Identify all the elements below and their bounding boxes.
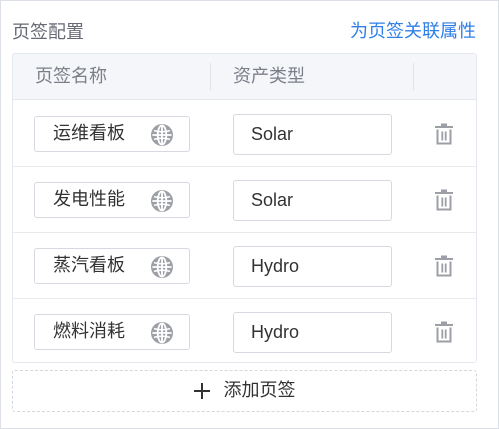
panel-header: 页签配置 为页签关联属性 [1, 1, 498, 47]
trash-icon[interactable] [434, 321, 454, 343]
tab-name-value: 运维看板 [53, 123, 125, 144]
tab-table: 页签名称 资产类型 运维看板 Solar 发电性能 Solar 蒸汽看板 Hyd… [12, 53, 477, 363]
tab-name-input[interactable]: 蒸汽看板 [34, 248, 190, 284]
tab-config-panel: 页签配置 为页签关联属性 页签名称 资产类型 运维看板 Solar 发电性能 S… [0, 0, 499, 429]
asset-type-value: Solar [251, 124, 294, 144]
trash-icon[interactable] [434, 255, 454, 277]
column-divider [413, 63, 414, 91]
tab-name-value: 发电性能 [53, 189, 125, 210]
table-header: 页签名称 资产类型 [13, 54, 476, 100]
asset-type-value: Hydro [251, 256, 300, 276]
tab-name-input[interactable]: 发电性能 [34, 182, 190, 218]
globe-icon[interactable] [150, 123, 174, 147]
table-row: 燃料消耗 Hydro [13, 299, 476, 362]
panel-title: 页签配置 [12, 22, 84, 43]
tab-name-value: 蒸汽看板 [53, 255, 125, 276]
table-row: 发电性能 Solar [13, 167, 476, 233]
column-header-tab-name: 页签名称 [35, 66, 107, 87]
tab-name-input[interactable]: 燃料消耗 [34, 314, 190, 350]
asset-type-select[interactable]: Hydro [233, 312, 392, 353]
link-tab-attributes[interactable]: 为页签关联属性 [350, 20, 476, 44]
column-header-asset-type: 资产类型 [233, 66, 305, 87]
asset-type-select[interactable]: Solar [233, 180, 392, 221]
globe-icon[interactable] [150, 255, 174, 279]
globe-icon[interactable] [150, 189, 174, 213]
column-divider [210, 63, 211, 91]
tab-name-value: 燃料消耗 [53, 321, 125, 342]
asset-type-value: Solar [251, 190, 294, 210]
add-tab-label: 添加页签 [223, 380, 296, 401]
trash-icon[interactable] [434, 123, 454, 145]
add-tab-button-content: 添加页签 [13, 371, 476, 411]
asset-type-select[interactable]: Hydro [233, 246, 392, 287]
table-row: 蒸汽看板 Hydro [13, 233, 476, 299]
table-row: 运维看板 Solar [13, 101, 476, 167]
trash-icon[interactable] [434, 189, 454, 211]
globe-icon[interactable] [150, 321, 174, 345]
tab-name-input[interactable]: 运维看板 [34, 116, 190, 152]
add-tab-button[interactable]: 添加页签 [12, 370, 477, 412]
asset-type-value: Hydro [251, 322, 300, 342]
plus-icon [193, 383, 210, 399]
asset-type-select[interactable]: Solar [233, 114, 392, 155]
